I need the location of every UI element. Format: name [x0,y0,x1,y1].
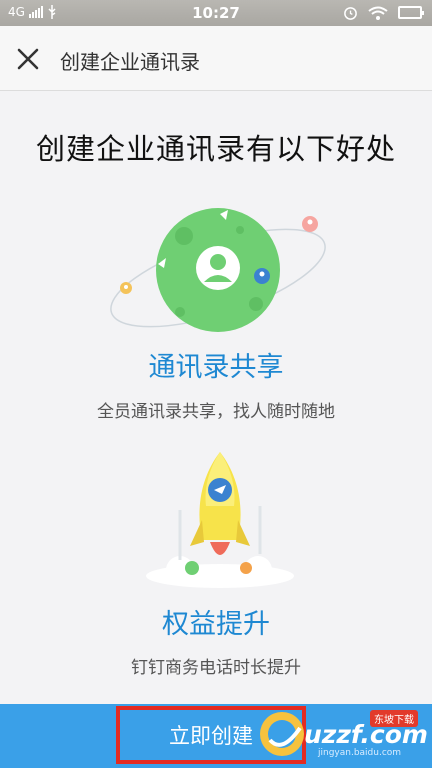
feature-description: 钉钉商务电话时长提升 [131,658,301,678]
contacts-planet-illustration [110,208,326,332]
battery-icon [398,6,424,19]
benefits-heading: 创建企业通讯录有以下好处 [35,132,396,166]
feature-description: 全员通讯录共享，找人随时随地 [97,402,335,422]
watermark-tag: 东坡下载 [370,710,418,727]
top-bar: 创建企业通讯录 [0,26,432,91]
page-title: 创建企业通讯录 [60,50,200,74]
feature-title: 权益提升 [162,609,270,640]
status-bar: 4G 10:27 [0,0,432,26]
watermark: uzzf.com 东坡下载 jingyan.baidu.com [254,706,428,762]
close-icon[interactable] [14,45,42,73]
watermark-logo-icon [260,712,304,756]
watermark-source: jingyan.baidu.com [318,748,402,758]
wifi-icon [368,6,388,20]
rocket-illustration [146,452,294,588]
alarm-icon [344,7,357,20]
feature-title: 通讯录共享 [148,352,284,383]
